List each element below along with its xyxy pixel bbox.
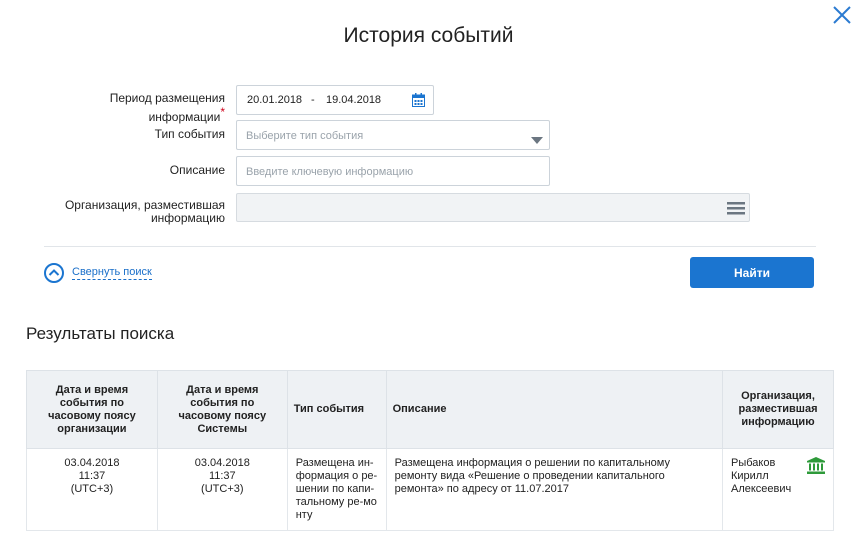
event-type-label: Тип события: [154, 127, 225, 141]
chevron-up-circle-icon: [44, 263, 64, 283]
column-header[interactable]: Описание: [385, 370, 723, 449]
organization-label: Организация, разместившая информацию: [64, 198, 225, 225]
sys-datetime-cell: 03.04.2018 11:37 (UTC+3): [156, 448, 288, 531]
government-building-icon[interactable]: [807, 457, 825, 478]
period-separator: -: [311, 94, 315, 106]
period-from[interactable]: 20.01.2018: [247, 94, 302, 106]
org-datetime-cell: 03.04.2018 11:37 (UTC+3): [26, 448, 158, 531]
results-title: Результаты поиска: [26, 324, 175, 343]
column-header[interactable]: Тип события: [286, 370, 387, 449]
required-mark: *: [220, 105, 225, 119]
description-cell: Размещена информация о решении по капита…: [385, 448, 723, 531]
close-icon: [833, 6, 851, 24]
description-placeholder: Введите ключевую информацию: [246, 166, 414, 178]
divider: [44, 246, 816, 247]
column-header[interactable]: Организация, разместившая информацию: [721, 370, 835, 449]
description-input[interactable]: Введите ключевую информацию: [236, 156, 550, 186]
description-label: Описание: [169, 163, 225, 177]
chevron-down-icon[interactable]: [531, 132, 543, 150]
column-header[interactable]: Дата и время события по часовому поясу о…: [26, 370, 158, 449]
menu-icon[interactable]: [727, 202, 745, 220]
period-field[interactable]: 20.01.2018 - 19.04.2018: [236, 85, 434, 115]
column-header[interactable]: Дата и время события по часовому поясу С…: [156, 370, 288, 449]
organization-cell: Рыбаков Кирилл Алексеевич: [721, 448, 835, 531]
close-button[interactable]: [831, 4, 853, 26]
results-table: Дата и время события по часовому поясу о…: [26, 370, 835, 531]
calendar-icon[interactable]: [412, 93, 425, 112]
dialog-title: История событий: [343, 24, 514, 47]
event-type-placeholder: Выберите тип события: [246, 130, 364, 142]
table-row[interactable]: 03.04.2018 11:37 (UTC+3) 03.04.2018 11:3…: [26, 448, 835, 531]
event-type-cell: Размещена ин-формация о ре-шении по капи…: [286, 448, 387, 531]
organization-field[interactable]: [236, 193, 750, 222]
find-button[interactable]: Найти: [690, 257, 814, 288]
collapse-search-link[interactable]: Свернуть поиск: [44, 262, 152, 284]
event-type-select[interactable]: Выберите тип события: [236, 120, 550, 150]
collapse-search-label: Свернуть поиск: [72, 266, 152, 280]
period-label: Период размещения информации*: [109, 91, 225, 124]
period-to[interactable]: 19.04.2018: [326, 94, 381, 106]
